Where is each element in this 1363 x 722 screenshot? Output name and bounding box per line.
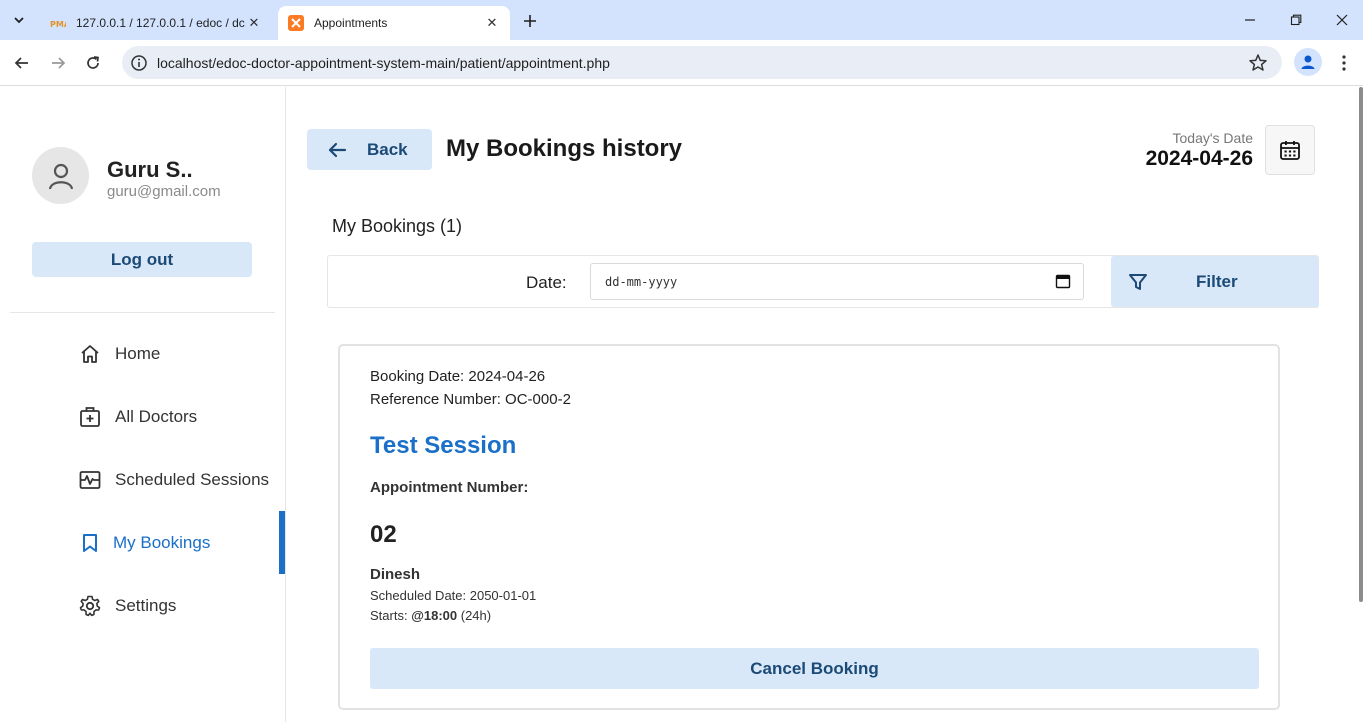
bookings-count-title: My Bookings (1)	[332, 216, 463, 236]
star-icon[interactable]	[1248, 53, 1268, 73]
back-button[interactable]: Back	[307, 129, 432, 170]
restore-button[interactable]	[1273, 0, 1319, 40]
cancel-booking-button[interactable]: Cancel Booking	[370, 648, 1259, 689]
restore-icon	[1290, 14, 1302, 26]
sidebar-item-scheduled-sessions[interactable]: Scheduled Sessions	[0, 448, 285, 511]
xampp-icon	[288, 15, 304, 31]
booking-card: Booking Date: 2024-04-26 Reference Numbe…	[338, 344, 1280, 710]
avatar	[32, 147, 89, 204]
site-info-icon[interactable]	[130, 54, 148, 72]
booking-date: Booking Date: 2024-04-26	[370, 368, 546, 385]
profile-button[interactable]	[1294, 48, 1322, 76]
sessions-icon	[79, 469, 101, 491]
appointment-number-label: Appointment Number:	[370, 479, 529, 496]
sidebar-item-settings[interactable]: Settings	[0, 574, 285, 637]
sidebar-item-label: Scheduled Sessions	[115, 469, 270, 489]
address-bar[interactable]: localhost/edoc-doctor-appointment-system…	[122, 46, 1282, 79]
url-text[interactable]: localhost/edoc-doctor-appointment-system…	[157, 55, 610, 71]
filter-icon	[1129, 274, 1147, 290]
browser-tab-phpmyadmin[interactable]: PMA 127.0.0.1 / 127.0.0.1 / edoc / dc ✕	[40, 6, 272, 40]
more-vert-icon	[1342, 55, 1346, 71]
calendar-icon	[1280, 141, 1300, 160]
page-content: Guru S.. guru@gmail.com Log out Home All…	[0, 87, 1363, 722]
sidebar-item-home[interactable]: Home	[0, 322, 285, 385]
sidebar: Guru S.. guru@gmail.com Log out Home All…	[0, 87, 286, 722]
user-email: guru@gmail.com	[107, 183, 221, 200]
tab-title: 127.0.0.1 / 127.0.0.1 / edoc / dc	[76, 16, 245, 30]
sidebar-item-label: All Doctors	[115, 406, 198, 426]
browser-tab-strip: PMA 127.0.0.1 / 127.0.0.1 / edoc / dc ✕ …	[0, 0, 1363, 40]
date-placeholder: dd-mm-yyyy	[605, 275, 678, 289]
close-icon	[1336, 14, 1348, 26]
sidebar-item-label: Settings	[115, 595, 177, 615]
profile-icon	[1301, 55, 1315, 69]
gear-icon	[79, 595, 101, 617]
active-indicator	[279, 511, 285, 574]
tab-title: Appointments	[314, 16, 388, 30]
calendar-button[interactable]	[1265, 125, 1315, 175]
doctor-name: Dinesh	[370, 566, 421, 583]
arrow-left-icon	[328, 142, 347, 158]
back-nav-button[interactable]	[7, 48, 37, 78]
reload-button[interactable]	[78, 48, 108, 78]
doctors-icon	[79, 406, 101, 428]
filter-button[interactable]: Filter	[1111, 256, 1319, 307]
sidebar-item-all-doctors[interactable]: All Doctors	[0, 385, 285, 448]
session-title: Test Session	[370, 432, 517, 459]
date-filter-label: Date:	[526, 273, 567, 292]
scrollbar[interactable]	[1359, 87, 1363, 602]
today-date-label: Today's Date	[1172, 130, 1254, 146]
chevron-down-icon	[14, 17, 24, 24]
reload-icon	[87, 56, 99, 69]
sidebar-item-my-bookings[interactable]: My Bookings	[0, 511, 285, 574]
minimize-button[interactable]	[1227, 0, 1273, 40]
sidebar-item-label: My Bookings	[113, 532, 211, 552]
start-time: Starts: @18:00 (24h)	[370, 608, 491, 623]
calendar-icon[interactable]	[1055, 273, 1071, 289]
today-date-value: 2024-04-26	[1145, 147, 1253, 170]
logout-button[interactable]: Log out	[32, 242, 252, 277]
minimize-icon	[1245, 19, 1255, 21]
reference-number: Reference Number: OC-000-2	[370, 391, 571, 408]
sidebar-item-label: Home	[115, 343, 161, 363]
filter-button-label: Filter	[1196, 272, 1238, 291]
appointment-number: 02	[370, 521, 397, 548]
browser-menu-button[interactable]	[1332, 50, 1356, 76]
scheduled-date: Scheduled Date: 2050-01-01	[370, 588, 537, 603]
user-name: Guru S..	[107, 157, 193, 182]
close-icon[interactable]: ✕	[484, 15, 500, 31]
tab-search-button[interactable]	[6, 8, 32, 32]
filter-bar: Date: dd-mm-yyyy Filter	[327, 255, 1319, 308]
start-time-value: @18:00	[411, 608, 458, 623]
bookmark-icon	[79, 532, 101, 554]
forward-nav-button[interactable]	[43, 48, 73, 78]
start-time-suffix: (24h)	[457, 608, 492, 623]
plus-icon	[524, 15, 536, 27]
close-icon[interactable]: ✕	[246, 15, 262, 31]
divider	[10, 312, 275, 313]
user-icon	[48, 163, 73, 189]
page-title: My Bookings history	[446, 135, 683, 162]
phpmyadmin-icon: PMA	[50, 20, 66, 29]
home-icon	[79, 343, 101, 365]
new-tab-button[interactable]	[518, 10, 542, 32]
date-filter-input[interactable]: dd-mm-yyyy	[590, 263, 1084, 300]
close-window-button[interactable]	[1319, 0, 1363, 40]
start-time-prefix: Starts:	[370, 608, 412, 623]
arrow-right-icon	[52, 57, 66, 69]
back-button-label: Back	[367, 140, 408, 159]
browser-tab-appointments[interactable]: Appointments ✕	[278, 6, 510, 40]
browser-toolbar: localhost/edoc-doctor-appointment-system…	[0, 40, 1363, 86]
svg-text:PMA: PMA	[50, 20, 66, 29]
arrow-left-icon	[14, 57, 28, 69]
